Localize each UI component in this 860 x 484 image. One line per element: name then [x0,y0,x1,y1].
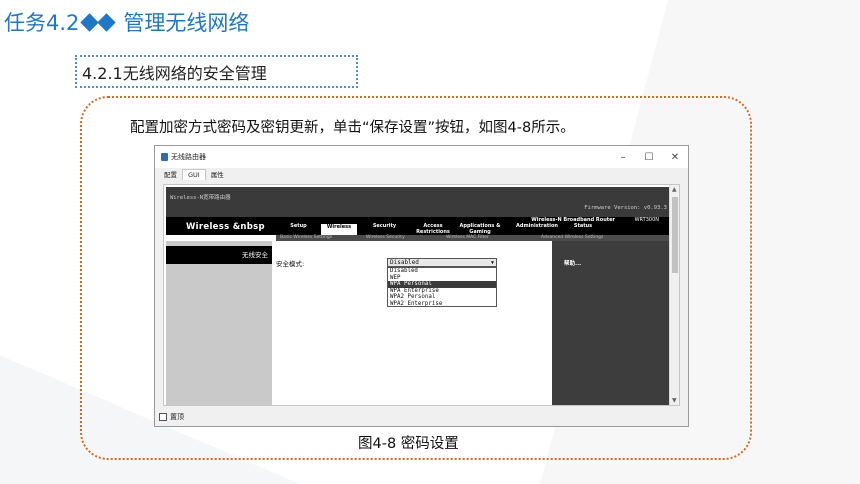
tab-properties[interactable]: 属性 [206,168,229,180]
router-window: 无线路由器 – ☐ ✕ 配置 GUI 属性 Wireless-N宽带路由器 Fi… [154,145,689,427]
nav-security[interactable]: Security [357,223,412,235]
tab-config[interactable]: 配置 [159,168,182,180]
app-icon [161,153,168,161]
router-nav-items: Setup Wireless Security Access Restricti… [276,223,598,235]
diamond-icon [80,12,117,32]
description-text: 配置加密方式密码及密钥更新，单击“保存设置”按钮，如图4-8所示。 [130,120,575,136]
always-on-top-label: 置顶 [170,413,184,421]
security-mode-selected: Disabled [390,259,419,266]
router-header-band: Wireless-N宽带路由器 Firmware Version: v0.93.… [166,187,669,217]
always-on-top-checkbox[interactable] [159,413,167,421]
section-heading: 4.2.1无线网络的安全管理 [75,55,358,88]
tab-gui[interactable]: GUI [182,169,206,180]
scroll-down-icon[interactable]: ▼ [672,397,677,404]
section-heading-text: 4.2.1无线网络的安全管理 [82,63,267,83]
section-wireless-security: 无线安全 [166,246,272,264]
product-name: Wireless &nbsp [186,222,265,232]
close-button[interactable]: ✕ [662,152,688,163]
minimize-button[interactable]: – [610,152,636,163]
window-tabs: 配置 GUI 属性 [155,168,688,180]
firmware-version: Firmware Version: v0.93.3 [584,205,667,211]
slide-title-prefix: 任务4.2 [4,11,80,35]
nav-status[interactable]: Status [568,223,598,235]
nav-applications-gaming[interactable]: Applications & Gaming [454,223,506,235]
nav-access-restrictions[interactable]: Access Restrictions [412,223,454,235]
window-statusbar: 置顶 [159,412,184,422]
security-mode-label: 安全模式: [276,260,305,268]
router-left-column: 无线安全 [166,241,272,405]
window-controls: – ☐ ✕ [610,152,688,163]
nav-wireless[interactable]: Wireless [321,224,357,235]
security-mode-options: Disabled WEP WPA Personal WPA Enterprise… [387,267,497,307]
router-model: WRT300N [634,217,659,223]
slide-title: 任务4.2 管理无线网络 [4,2,249,42]
nav-administration[interactable]: Administration [506,223,568,235]
scroll-up-icon[interactable]: ▲ [672,186,677,193]
router-help-column: 帮助... [552,241,669,405]
vertical-scrollbar[interactable]: ▲ ▼ [669,185,679,405]
security-mode-select[interactable]: Disabled ▼ [387,258,497,267]
maximize-button[interactable]: ☐ [636,152,662,163]
slide-title-suffix: 管理无线网络 [123,11,250,35]
window-titlebar: 无线路由器 – ☐ ✕ [155,146,688,168]
chevron-down-icon: ▼ [490,260,494,266]
router-nav-bar: Wireless &nbsp Wireless-N Broadband Rout… [166,217,669,235]
option-wpa2-enterprise[interactable]: WPA2 Enterprise [388,301,496,308]
help-link[interactable]: 帮助... [564,259,581,267]
scrollbar-thumb[interactable] [672,197,678,273]
window-title: 无线路由器 [171,153,206,161]
figure-caption: 图4-8 密码设置 [358,436,459,452]
router-web-page: Wireless-N宽带路由器 Firmware Version: v0.93.… [163,184,680,406]
brand-line: Wireless-N宽带路由器 [170,195,231,201]
nav-setup[interactable]: Setup [276,223,321,235]
